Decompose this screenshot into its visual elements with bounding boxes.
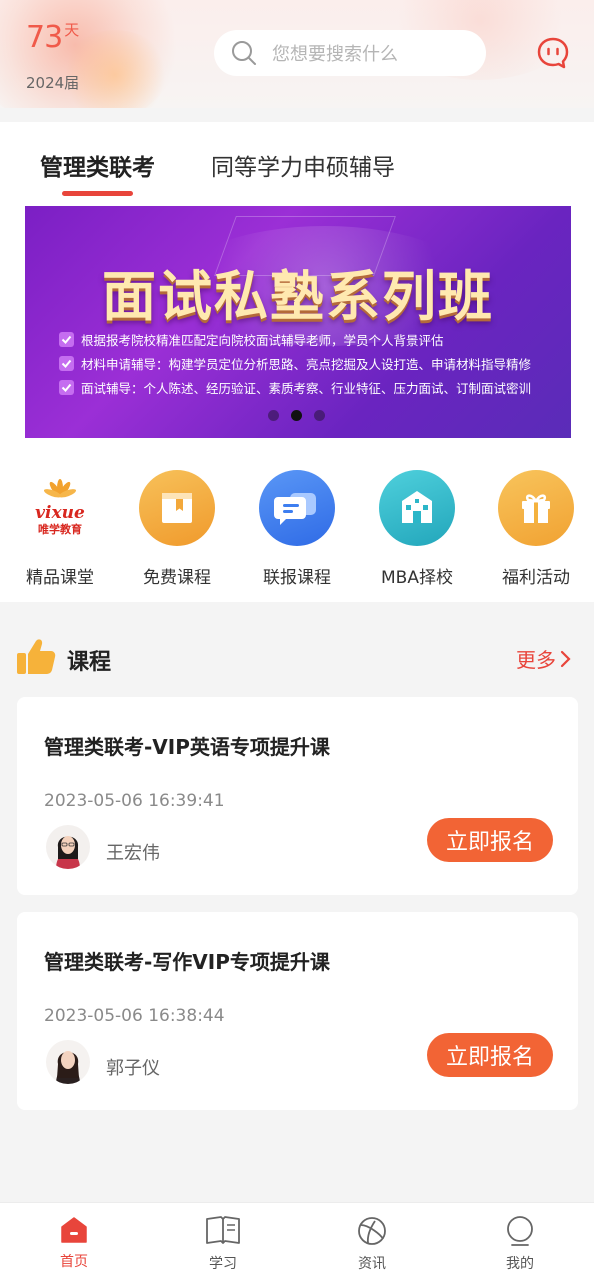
logo-chinese: 唯学教育 bbox=[38, 522, 82, 536]
nav-label: 我的 bbox=[506, 1256, 534, 1272]
tab-equivalent-degree[interactable]: 同等学力申硕辅导 bbox=[211, 148, 395, 182]
news-planet-icon bbox=[358, 1217, 386, 1245]
countdown-unit: 天 bbox=[64, 21, 80, 39]
checkbox-icon bbox=[59, 380, 74, 395]
nav-profile[interactable]: 我的 bbox=[480, 1215, 560, 1273]
section-title: 课程 bbox=[67, 650, 112, 675]
vixue-logo-icon: vixue 唯学教育 bbox=[22, 470, 98, 546]
carousel-dot[interactable] bbox=[314, 410, 325, 421]
nav-study[interactable]: 学习 bbox=[183, 1215, 263, 1273]
nav-label: 学习 bbox=[209, 1256, 237, 1272]
quick-link-label: 福利活动 bbox=[502, 568, 570, 588]
banner-title: 面试私塾系列班 bbox=[102, 265, 494, 328]
quick-link-label: 免费课程 bbox=[143, 568, 211, 588]
tab-management-exam[interactable]: 管理类联考 bbox=[40, 148, 155, 182]
course-datetime: 2023-05-06 16:39:41 bbox=[44, 791, 225, 811]
banner-bullet: 材料申请辅导：构建学员定位分析思路、亮点挖掘及人设打造、申请材料指导精修 bbox=[59, 354, 531, 373]
countdown-days: 73 bbox=[26, 20, 63, 55]
chat-bubbles-icon bbox=[259, 470, 335, 546]
course-card[interactable]: 管理类联考-写作VIP专项提升课 2023-05-06 16:38:44 郭子仪… bbox=[17, 912, 578, 1110]
teacher-name: 郭子仪 bbox=[106, 1058, 160, 1079]
courses-section-header: 课程 bbox=[16, 636, 578, 680]
profile-icon bbox=[507, 1216, 533, 1246]
home-icon bbox=[61, 1217, 87, 1243]
course-datetime: 2023-05-06 16:38:44 bbox=[44, 1006, 225, 1026]
banner-bullet: 根据报考院校精准匹配定向院校面试辅导老师，学员个人背景评估 bbox=[59, 330, 444, 349]
quick-link-mba-school[interactable]: MBA择校 bbox=[372, 470, 462, 588]
nav-label: 资讯 bbox=[358, 1256, 386, 1272]
nav-news[interactable]: 资讯 bbox=[332, 1215, 412, 1273]
quick-link-free-courses[interactable]: 免费课程 bbox=[132, 470, 222, 588]
more-label: 更多 bbox=[516, 648, 556, 672]
open-book-icon bbox=[206, 1216, 240, 1244]
search-input[interactable]: 您想要搜索什么 bbox=[214, 30, 486, 76]
search-placeholder: 您想要搜索什么 bbox=[272, 44, 398, 65]
school-building-icon bbox=[379, 470, 455, 546]
banner-bullet-text: 根据报考院校精准匹配定向院校面试辅导老师，学员个人背景评估 bbox=[81, 333, 444, 348]
course-card[interactable]: 管理类联考-VIP英语专项提升课 2023-05-06 16:39:41 王宏伟… bbox=[17, 697, 578, 895]
message-icon[interactable] bbox=[536, 36, 570, 70]
bottom-nav: 首页 学习 资讯 我的 bbox=[0, 1202, 594, 1280]
quick-link-label: 精品课堂 bbox=[26, 568, 94, 588]
search-icon bbox=[232, 41, 256, 65]
more-link[interactable]: 更多 bbox=[516, 644, 572, 673]
banner-bullet: 面试辅导：个人陈述、经历验证、素质考察、行业特征、压力面试、订制面试密训 bbox=[59, 378, 531, 397]
course-title: 管理类联考-写作VIP专项提升课 bbox=[44, 950, 330, 974]
logo-wordmark: vixue bbox=[35, 503, 85, 523]
book-icon bbox=[139, 470, 215, 546]
chevron-right-icon bbox=[560, 650, 571, 667]
quick-link-premium-class[interactable]: vixue 唯学教育 精品课堂 bbox=[15, 470, 105, 588]
nav-home[interactable]: 首页 bbox=[34, 1215, 114, 1271]
exam-countdown[interactable]: 73 天 bbox=[26, 20, 79, 55]
nav-label: 首页 bbox=[60, 1254, 88, 1270]
teacher-avatar bbox=[46, 825, 90, 869]
banner-bullet-text: 材料申请辅导：构建学员定位分析思路、亮点挖掘及人设打造、申请材料指导精修 bbox=[81, 357, 532, 372]
carousel-dot[interactable] bbox=[268, 410, 279, 421]
checkbox-icon bbox=[59, 356, 74, 371]
quick-link-joint-courses[interactable]: 联报课程 bbox=[252, 470, 342, 588]
checkbox-icon bbox=[59, 332, 74, 347]
teacher-avatar bbox=[46, 1040, 90, 1084]
enroll-button[interactable]: 立即报名 bbox=[427, 1033, 553, 1077]
enroll-button[interactable]: 立即报名 bbox=[427, 818, 553, 862]
graduation-year[interactable]: 2024届 bbox=[26, 72, 79, 93]
course-title: 管理类联考-VIP英语专项提升课 bbox=[44, 735, 330, 759]
promo-banner[interactable]: 面试私塾系列班 根据报考院校精准匹配定向院校面试辅导老师，学员个人背景评估 材料… bbox=[25, 206, 571, 438]
active-tab-indicator bbox=[62, 191, 133, 196]
thumbs-up-icon bbox=[17, 639, 56, 674]
quick-link-label: 联报课程 bbox=[263, 568, 331, 588]
quick-link-label: MBA择校 bbox=[381, 568, 453, 588]
gift-icon bbox=[498, 470, 574, 546]
quick-link-benefits[interactable]: 福利活动 bbox=[491, 470, 581, 588]
teacher-name: 王宏伟 bbox=[106, 843, 160, 864]
carousel-indicator bbox=[268, 410, 325, 421]
carousel-dot-active[interactable] bbox=[291, 410, 302, 421]
banner-bullet-text: 面试辅导：个人陈述、经历验证、素质考察、行业特征、压力面试、订制面试密训 bbox=[81, 381, 532, 396]
